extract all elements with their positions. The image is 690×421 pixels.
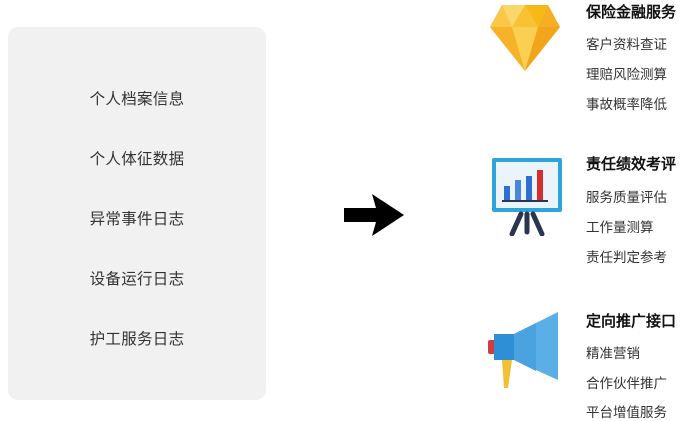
service-item: 服务质量评估 (586, 190, 667, 206)
service-title: 定向推广接口 (586, 312, 677, 330)
service-item: 工作量测算 (586, 220, 654, 236)
diamond-icon (490, 5, 560, 71)
data-source-panel: 个人档案信息 个人体征数据 异常事件日志 设备运行日志 护工服务日志 (8, 27, 266, 400)
service-item: 理赔风险测算 (586, 67, 667, 83)
service-item: 客户资料查证 (586, 37, 667, 53)
presentation-chart-icon (492, 158, 562, 236)
service-title: 责任绩效考评 (586, 155, 677, 173)
data-source-item: 个人档案信息 (89, 90, 185, 108)
right-arrow-icon (344, 194, 404, 236)
service-item: 合作伙伴推广 (586, 376, 667, 392)
service-title: 保险金融服务 (586, 3, 677, 21)
data-source-item: 个人体征数据 (89, 150, 185, 168)
data-source-item: 设备运行日志 (89, 270, 185, 288)
megaphone-icon (488, 312, 558, 388)
service-item: 事故概率降低 (586, 97, 667, 113)
service-item: 平台增值服务 (586, 405, 667, 421)
data-source-item: 异常事件日志 (89, 210, 185, 228)
service-item: 精准营销 (586, 346, 640, 362)
service-item: 责任判定参考 (586, 250, 667, 266)
data-source-item: 护工服务日志 (89, 330, 185, 348)
